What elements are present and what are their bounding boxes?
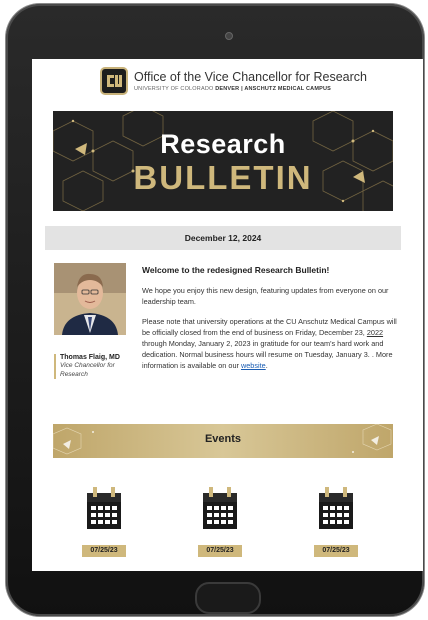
website-link[interactable]: website bbox=[241, 361, 266, 370]
office-subtitle: UNIVERSITY OF COLORADO DENVER | ANSCHUTZ… bbox=[134, 86, 332, 92]
research-bulletin-banner: Research BULLETIN bbox=[53, 111, 393, 211]
event-item[interactable]: 07/25/23 bbox=[79, 487, 139, 567]
welcome-article: Welcome to the redesigned Research Bulle… bbox=[142, 265, 402, 380]
events-header: Events bbox=[53, 424, 393, 458]
calendar-icon bbox=[319, 487, 353, 529]
event-date: 07/25/23 bbox=[82, 545, 126, 557]
welcome-heading: Welcome to the redesigned Research Bulle… bbox=[142, 265, 330, 275]
profile-name: Thomas Flaig, MD bbox=[60, 354, 120, 361]
cu-logo-icon bbox=[100, 67, 128, 95]
closure-paragraph: Please note that university operations a… bbox=[142, 317, 397, 370]
issue-date: December 12, 2024 bbox=[45, 226, 401, 250]
calendar-icon bbox=[87, 487, 121, 529]
header-logo[interactable]: Office of the Vice Chancellor for Resear… bbox=[100, 67, 400, 97]
event-item[interactable]: 07/25/23 bbox=[195, 487, 255, 567]
profile-role: Vice Chancellor for Research bbox=[60, 362, 115, 378]
event-item[interactable]: 07/25/23 bbox=[311, 487, 371, 567]
camera-icon bbox=[225, 32, 233, 40]
profile-photo bbox=[54, 263, 126, 335]
office-title: Office of the Vice Chancellor for Resear… bbox=[134, 70, 367, 84]
home-button[interactable] bbox=[195, 582, 261, 614]
events-title: Events bbox=[204, 433, 242, 445]
banner-title-bulletin: BULLETIN bbox=[133, 159, 313, 196]
intro-paragraph: We hope you enjoy this new design, featu… bbox=[142, 286, 389, 306]
profile-caption: Thomas Flaig, MD Vice Chancellor for Res… bbox=[54, 354, 140, 379]
event-date: 07/25/23 bbox=[314, 545, 358, 557]
tablet-frame: Office of the Vice Chancellor for Resear… bbox=[6, 4, 424, 616]
year-underlined: 2022 bbox=[366, 328, 384, 337]
calendar-icon bbox=[203, 487, 237, 529]
banner-title-research: Research bbox=[160, 129, 286, 159]
event-date: 07/25/23 bbox=[198, 545, 242, 557]
email-screen: Office of the Vice Chancellor for Resear… bbox=[32, 59, 423, 571]
